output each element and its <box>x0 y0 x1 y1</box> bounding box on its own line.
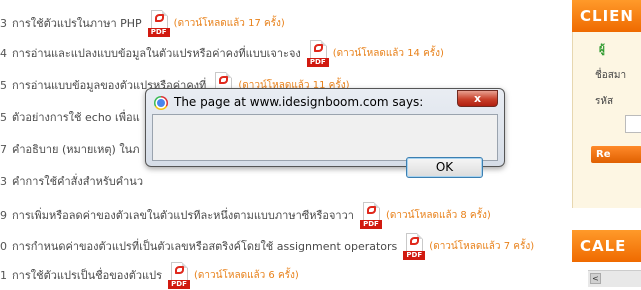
dialog-message <box>152 114 498 161</box>
item-number: 9 <box>0 208 7 222</box>
item-title[interactable]: การใช้ตัวแปรในภาษา PHP <box>12 14 142 32</box>
alert-dialog: The page at www.idesignboom.com says: x … <box>145 88 505 178</box>
password-label: รหัส <box>595 96 614 107</box>
close-button[interactable]: x <box>457 90 498 107</box>
item-number: 3 <box>0 16 7 30</box>
item-title[interactable]: การอ่านและแปลงแบบข้อมูลในตัวแปรหรือค่าคง… <box>12 44 301 62</box>
download-count: (ดาวน์โหลดแล้ว 8 ครั้ง) <box>385 209 491 221</box>
client-login-box: ผู้ ชื่อสมา รหัส Re <box>572 32 641 208</box>
dialog-title: The page at www.idesignboom.com says: <box>174 95 424 109</box>
list-item[interactable]: 9 การเพิ่มหรือลดค่าของตัวเลขในตัวแปรทีละ… <box>0 200 491 230</box>
item-number: 7 <box>0 142 7 156</box>
pdf-icon[interactable]: PDF <box>147 9 170 37</box>
list-item[interactable]: 3 การใช้ตัวแปรในภาษา PHP PDF (ดาวน์โหลดแ… <box>0 8 285 38</box>
register-button[interactable]: Re <box>591 146 641 163</box>
download-count: (ดาวน์โหลดแล้ว 7 ครั้ง) <box>429 240 535 252</box>
ok-button[interactable]: OK <box>406 157 483 178</box>
username-label: ชื่อสมา <box>595 70 627 81</box>
chevron-left-icon[interactable]: < <box>590 273 601 284</box>
list-item[interactable]: 0 การกำหนดค่าของตัวแปรที่เป็นตัวเลขหรือส… <box>0 231 534 261</box>
item-title[interactable]: การใช้ตัวแปรเป็นชื่อของตัวแปร <box>12 266 162 284</box>
download-count: (ดาวน์โหลดแล้ว 6 ครั้ง) <box>194 269 299 281</box>
download-count: (ดาวน์โหลดแล้ว 14 ครั้ง) <box>332 47 444 59</box>
list-item[interactable]: 5 ตัวอย่างการใช้ echo เพื่อแ <box>0 102 140 132</box>
login-label: ผู้ <box>599 44 605 55</box>
password-field[interactable] <box>625 115 641 133</box>
sidebar: CLIEN ผู้ ชื่อสมา รหัส Re CALE < <box>566 0 641 287</box>
item-title[interactable]: ตัวอย่างการใช้ echo เพื่อแ <box>12 108 140 126</box>
list-item[interactable]: 1 การใช้ตัวแปรเป็นชื่อของตัวแปร PDF (ดาว… <box>0 260 299 290</box>
item-number: 0 <box>0 239 7 253</box>
item-title[interactable]: การกำหนดค่าของตัวแปรที่เป็นตัวเลขหรือสตร… <box>12 237 397 255</box>
pdf-icon[interactable]: PDF <box>168 261 191 289</box>
client-panel-title: CLIEN <box>572 0 641 32</box>
item-number: 1 <box>0 268 7 282</box>
pdf-icon[interactable]: PDF <box>359 201 382 229</box>
list-item[interactable]: 3 คำการใช้คำสั่งสำหรับคำนว <box>0 166 143 196</box>
item-title[interactable]: คำการใช้คำสั่งสำหรับคำนว <box>12 172 143 190</box>
calendar-nav-bar: < <box>588 270 641 287</box>
item-title[interactable]: คำอธิบาย (หมายเหตุ) ในภ <box>12 140 139 158</box>
calendar-panel-title: CALE <box>572 230 641 262</box>
download-count: (ดาวน์โหลดแล้ว 17 ครั้ง) <box>173 17 285 29</box>
pdf-icon[interactable]: PDF <box>306 39 329 67</box>
list-item[interactable]: 7 คำอธิบาย (หมายเหตุ) ในภ <box>0 134 139 164</box>
item-number: 4 <box>0 46 7 60</box>
item-title[interactable]: การเพิ่มหรือลดค่าของตัวเลขในตัวแปรทีละหน… <box>12 206 354 224</box>
item-number: 3 <box>0 174 7 188</box>
list-item[interactable]: 4 การอ่านและแปลงแบบข้อมูลในตัวแปรหรือค่า… <box>0 38 444 68</box>
chrome-icon <box>154 96 168 110</box>
item-number: 5 <box>0 110 7 124</box>
item-number: 5 <box>0 78 7 92</box>
pdf-icon[interactable]: PDF <box>403 232 426 260</box>
